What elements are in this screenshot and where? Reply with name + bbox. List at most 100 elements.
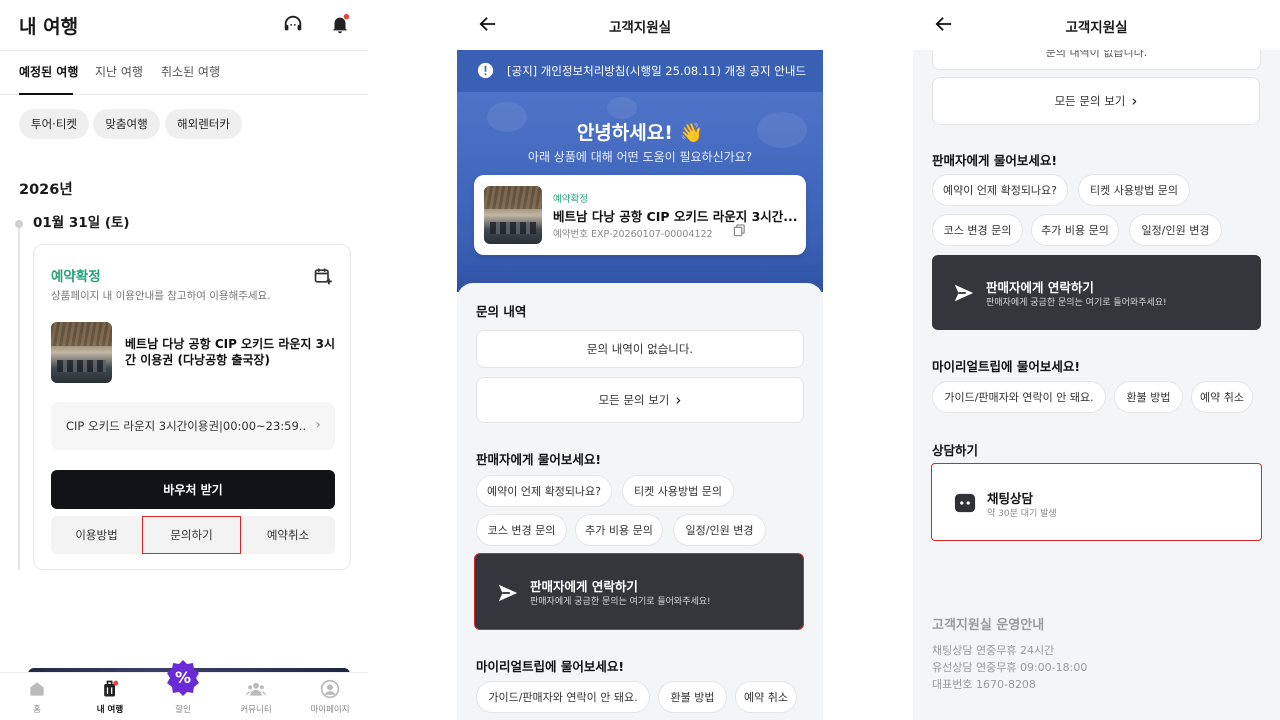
greeting-subtitle: 아래 상품에 대해 어떤 도움이 필요하신가요? xyxy=(527,150,753,164)
status-badge: 예약확정 xyxy=(51,269,101,285)
question-chip[interactable]: 환불 방법 xyxy=(1114,381,1183,413)
nav-home[interactable]: 홈 xyxy=(7,679,67,715)
voucher-button[interactable]: 바우처 받기 xyxy=(51,470,335,509)
ops-phone-number: 대표번호 1670-8208 xyxy=(932,678,1036,691)
trip-tabs: 예정된 여행 지난 여행 취소된 여행 xyxy=(0,50,368,95)
question-chip[interactable]: 추가 비용 문의 xyxy=(1031,214,1119,246)
nav-sale-label: 할인 xyxy=(175,705,191,715)
nav-my-trips-label: 내 여행 xyxy=(96,705,124,715)
bell-icon[interactable] xyxy=(329,13,351,35)
chat-icon xyxy=(954,493,976,513)
nav-mypage[interactable]: 마이페이지 xyxy=(300,679,360,715)
header: 고객지원실 xyxy=(457,0,823,50)
support-screen-scrolled: 모든 문의 보기 › 판매자에게 물어보세요! 예약이 언제 확정되나요? 티켓… xyxy=(913,0,1280,720)
nav-my-trips[interactable]: 내 여행 xyxy=(80,679,140,715)
ops-chat-hours: 채팅상담 연중무휴 24시간 xyxy=(932,644,1055,657)
card-actions: 이용방법 문의하기 예약취소 xyxy=(51,516,335,554)
view-all-inquiries-button[interactable]: 모든 문의 보기 › xyxy=(476,377,804,423)
contact-seller-button[interactable]: 판매자에게 연락하기 판매자에게 궁금한 문의는 여기로 들어와주세요! xyxy=(474,553,804,630)
nav-community-label: 커뮤니티 xyxy=(240,705,272,715)
question-chip[interactable]: 일정/인원 변경 xyxy=(673,514,766,546)
view-all-inquiries-button[interactable]: 모든 문의 보기 › xyxy=(932,77,1260,125)
ask-myrealtrip-title: 마이리얼트립에 물어보세요! xyxy=(932,359,1081,374)
filter-chip-tour[interactable]: 투어·티켓 xyxy=(19,109,89,139)
option-text: CIP 오키드 라운지 3시간이용권|00:00~23:59... xyxy=(66,419,306,433)
timeline-dot xyxy=(15,220,23,228)
headset-icon[interactable] xyxy=(282,13,304,35)
chat-consult-button[interactable]: 채팅상담 약 30분 대기 발생 xyxy=(931,463,1262,541)
chat-consult-title: 채팅상담 xyxy=(987,491,1034,506)
question-chip[interactable]: 예약 취소 xyxy=(1191,381,1253,413)
status-badge: 예약확정 xyxy=(553,194,588,205)
chevron-right-icon: › xyxy=(675,391,682,409)
product-thumbnail xyxy=(484,186,542,244)
question-chip[interactable]: 티켓 사용방법 문의 xyxy=(622,475,734,507)
page-title: 고객지원실 xyxy=(608,20,672,36)
send-icon xyxy=(498,584,518,602)
ask-seller-title: 판매자에게 물어보세요! xyxy=(476,452,602,467)
usage-button[interactable]: 이용방법 xyxy=(51,516,142,554)
tab-upcoming[interactable]: 예정된 여행 xyxy=(19,63,78,80)
sale-badge-icon[interactable]: % xyxy=(166,658,200,700)
question-chip[interactable]: 코스 변경 문의 xyxy=(476,514,567,546)
profile-icon xyxy=(320,679,340,699)
cancel-booking-button[interactable]: 예약취소 xyxy=(241,516,335,554)
option-row[interactable]: CIP 오키드 라운지 3시간이용권|00:00~23:59... › xyxy=(51,402,335,450)
timeline-line xyxy=(18,226,20,570)
my-trips-screen: 내 여행 예정된 여행 지난 여행 취소된 여행 투어·티켓 맞춤여행 해외렌터… xyxy=(0,0,368,720)
tab-past[interactable]: 지난 여행 xyxy=(95,63,143,80)
no-inquiry-box: 문의 내역이 없습니다. xyxy=(476,330,804,368)
question-chip[interactable]: 가이드/판매자와 연락이 안 돼요. xyxy=(476,681,650,713)
suitcase-icon xyxy=(104,680,119,697)
no-inquiry-box: 문의 내역이 없습니다. xyxy=(932,50,1261,70)
inquiry-history-title: 문의 내역 xyxy=(476,304,527,319)
usage-note: 상품페이지 내 이용안내를 참고하여 이용해주세요. xyxy=(51,290,271,302)
copy-icon[interactable] xyxy=(733,224,746,237)
filter-chip-rentcar[interactable]: 해외렌터카 xyxy=(165,109,242,139)
filter-chip-custom[interactable]: 맞춤여행 xyxy=(93,109,160,139)
contact-seller-subtitle: 판매자에게 궁금한 문의는 여기로 들어와주세요! xyxy=(530,597,711,607)
notice-text: [공지] 개인정보처리방침(시행일 25.08.11) 개정 공지 안내드... xyxy=(507,64,807,78)
contact-seller-subtitle: 판매자에게 궁금한 문의는 여기로 들어와주세요! xyxy=(986,298,1167,308)
question-chip[interactable]: 코스 변경 문의 xyxy=(932,214,1023,246)
trip-card: 예약확정 상품페이지 내 이용안내를 참고하여 이용해주세요. 베트남 다낭 공… xyxy=(33,244,351,570)
product-thumbnail xyxy=(51,322,112,383)
booking-number: 예약번호 EXP-20260107-00004122 xyxy=(553,229,713,240)
send-icon xyxy=(954,284,974,302)
nav-mypage-label: 마이페이지 xyxy=(310,705,350,715)
community-icon xyxy=(246,682,266,696)
header: 고객지원실 xyxy=(913,0,1280,50)
trip-date: 01월 31일 (토) xyxy=(33,215,130,231)
question-chip[interactable]: 예약 취소 xyxy=(735,681,797,713)
inquiry-button[interactable]: 문의하기 xyxy=(142,516,241,554)
product-name: 베트남 다낭 공항 CIP 오키드 라운지 3시간... xyxy=(553,209,797,224)
header: 내 여행 xyxy=(0,0,368,50)
chat-wait-time: 약 30분 대기 발생 xyxy=(987,509,1057,519)
question-chip[interactable]: 예약이 언제 확정되나요? xyxy=(932,174,1068,206)
question-chip[interactable]: 가이드/판매자와 연락이 안 돼요. xyxy=(932,381,1106,413)
contact-seller-button[interactable]: 판매자에게 연락하기 판매자에게 궁금한 문의는 여기로 들어와주세요! xyxy=(932,255,1261,330)
no-inquiry-text: 문의 내역이 없습니다. xyxy=(1045,50,1148,59)
question-chip[interactable]: 티켓 사용방법 문의 xyxy=(1078,174,1190,206)
active-tab-indicator xyxy=(19,93,73,95)
booking-card[interactable]: 예약확정 베트남 다낭 공항 CIP 오키드 라운지 3시간... 예약번호 E… xyxy=(474,175,806,255)
year-heading: 2026년 xyxy=(19,182,73,198)
calendar-add-icon[interactable] xyxy=(313,266,333,286)
notice-banner[interactable]: [공지] 개인정보처리방침(시행일 25.08.11) 개정 공지 안내드... xyxy=(457,50,823,92)
view-all-label: 모든 문의 보기 xyxy=(1054,94,1126,108)
svg-text:%: % xyxy=(175,668,191,687)
question-chip[interactable]: 추가 비용 문의 xyxy=(575,514,663,546)
contact-seller-title: 판매자에게 연락하기 xyxy=(530,579,638,594)
product-name[interactable]: 베트남 다낭 공항 CIP 오키드 라운지 3시간 이용권 (다낭공항 출국장) xyxy=(125,336,341,368)
question-chip[interactable]: 환불 방법 xyxy=(658,681,727,713)
consult-title: 상담하기 xyxy=(932,443,979,458)
page-title: 내 여행 xyxy=(19,16,79,38)
ask-seller-title: 판매자에게 물어보세요! xyxy=(932,153,1058,168)
question-chip[interactable]: 예약이 언제 확정되나요? xyxy=(476,475,612,507)
ops-phone-hours: 유선상담 연중무휴 09:00-18:00 xyxy=(932,661,1088,674)
question-chip[interactable]: 일정/인원 변경 xyxy=(1129,214,1222,246)
nav-community[interactable]: 커뮤니티 xyxy=(226,679,286,715)
tab-cancelled[interactable]: 취소된 여행 xyxy=(161,63,220,80)
greeting-title: 안녕하세요! 👋 xyxy=(576,122,704,144)
home-icon xyxy=(30,682,44,696)
